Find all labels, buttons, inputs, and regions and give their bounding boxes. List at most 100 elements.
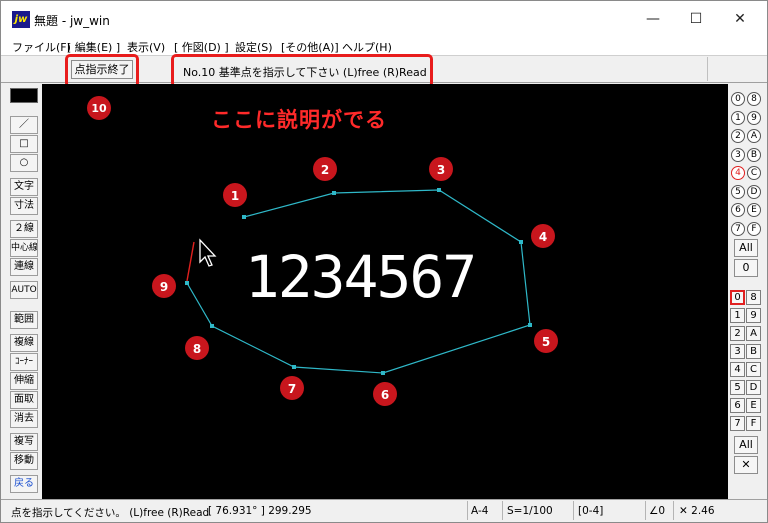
tool-text[interactable]: 文字 xyxy=(10,178,38,196)
group-a[interactable]: A xyxy=(747,129,761,143)
group-d[interactable]: D xyxy=(747,185,761,199)
tool-continuous-line[interactable]: 連線 xyxy=(10,258,38,276)
layer-all-button[interactable]: All xyxy=(734,436,758,454)
status-angle-coord: [ 76.931° ] 299.295 xyxy=(208,505,312,517)
tool-range[interactable]: 範囲 xyxy=(10,311,38,329)
tool-copy-line[interactable]: 複線 xyxy=(10,334,38,352)
group-7[interactable]: 7 xyxy=(731,222,745,236)
highlight-message xyxy=(171,54,433,88)
tool-auto[interactable]: AUTO xyxy=(10,281,38,299)
group-e[interactable]: E xyxy=(747,203,761,217)
close-button[interactable]: ✕ xyxy=(730,9,750,29)
line-type-swatch[interactable] xyxy=(10,88,38,103)
group-6[interactable]: 6 xyxy=(731,203,745,217)
group-1[interactable]: 1 xyxy=(731,111,745,125)
app-logo-icon: jw xyxy=(12,11,30,28)
maximize-button[interactable]: ☐ xyxy=(686,9,706,29)
app-window: jw 無題 - jw_win — ☐ ✕ ファイル(F) [ 編集(E) ] 表… xyxy=(0,0,768,523)
layer-4[interactable]: 4 xyxy=(730,362,745,377)
group-8[interactable]: 8 xyxy=(747,92,761,106)
vertex-1 xyxy=(242,215,246,219)
layer-c[interactable]: C xyxy=(746,362,761,377)
group-b[interactable]: B xyxy=(747,148,761,162)
layer-e[interactable]: E xyxy=(746,398,761,413)
vertex-5 xyxy=(528,323,532,327)
rubber-band-line xyxy=(186,241,195,282)
vertex-8 xyxy=(210,324,214,328)
status-separator xyxy=(673,501,674,520)
layer-3[interactable]: 3 xyxy=(730,344,745,359)
minimize-button[interactable]: — xyxy=(643,9,663,29)
layer-6[interactable]: 6 xyxy=(730,398,745,413)
explanation-callout: ここに説明がでる xyxy=(211,108,387,132)
layer-2[interactable]: 2 xyxy=(730,326,745,341)
control-bar-spacer xyxy=(707,57,763,81)
tool-undo[interactable]: 戻る xyxy=(10,475,38,493)
tool-circle[interactable]: ○ xyxy=(10,154,38,172)
layer-cross-icon[interactable]: ✕ xyxy=(734,456,758,474)
vertex-9 xyxy=(185,281,189,285)
layer-b[interactable]: B xyxy=(746,344,761,359)
layer-7[interactable]: 7 xyxy=(730,416,745,431)
layer-0-active[interactable]: 0 xyxy=(730,290,745,305)
tool-corner[interactable]: ｺｰﾅｰ xyxy=(10,353,38,371)
status-separator xyxy=(502,501,503,520)
menu-bar: ファイル(F) [ 編集(E) ] 表示(V) [ 作図(D) ] 設定(S) … xyxy=(1,37,767,55)
layer-1[interactable]: 1 xyxy=(730,308,745,323)
mouse-cursor-icon xyxy=(199,238,217,267)
menu-settings[interactable]: 設定(S) xyxy=(235,39,273,55)
status-angle[interactable]: ∠0 xyxy=(649,505,665,517)
menu-file[interactable]: ファイル(F) xyxy=(12,39,71,55)
group-3[interactable]: 3 xyxy=(731,148,745,162)
menu-other[interactable]: [その他(A)] xyxy=(281,39,339,55)
group-c[interactable]: C xyxy=(747,166,761,180)
tool-rectangle[interactable]: □ xyxy=(10,135,38,153)
tool-center-line[interactable]: 中心線 xyxy=(10,239,38,257)
vertex-4 xyxy=(519,240,523,244)
tool-erase[interactable]: 消去 xyxy=(10,410,38,428)
layer-f[interactable]: F xyxy=(746,416,761,431)
tool-stretch[interactable]: 伸縮 xyxy=(10,372,38,390)
vertex-3 xyxy=(437,188,441,192)
status-separator xyxy=(467,501,468,520)
menu-view[interactable]: 表示(V) xyxy=(127,39,165,55)
status-separator xyxy=(573,501,574,520)
status-separator xyxy=(645,501,646,520)
canvas-text-1234567: 1234567 xyxy=(245,243,475,311)
tool-line[interactable]: ／ xyxy=(10,116,38,134)
layer-a[interactable]: A xyxy=(746,326,761,341)
vertex-2 xyxy=(332,191,336,195)
layer-9[interactable]: 9 xyxy=(746,308,761,323)
group-all-button[interactable]: All xyxy=(734,239,758,257)
group-4-active[interactable]: 4 xyxy=(731,166,745,180)
layer-8[interactable]: 8 xyxy=(746,290,761,305)
status-factor[interactable]: ✕ 2.46 xyxy=(679,505,715,517)
status-scale[interactable]: S=1/100 xyxy=(507,505,553,517)
menu-edit[interactable]: [ 編集(E) ] xyxy=(67,39,120,55)
tool-dimension[interactable]: 寸法 xyxy=(10,197,38,215)
group-9[interactable]: 9 xyxy=(747,111,761,125)
group-current-button[interactable]: 0 xyxy=(734,259,758,277)
group-0[interactable]: 0 xyxy=(731,92,745,106)
tool-double-line[interactable]: ２線 xyxy=(10,220,38,238)
window-title: 無題 - jw_win xyxy=(34,14,110,28)
layer-5[interactable]: 5 xyxy=(730,380,745,395)
group-5[interactable]: 5 xyxy=(731,185,745,199)
group-2[interactable]: 2 xyxy=(731,129,745,143)
group-f[interactable]: F xyxy=(747,222,761,236)
title-bar: jw 無題 - jw_win — ☐ ✕ xyxy=(1,1,767,37)
layer-d[interactable]: D xyxy=(746,380,761,395)
drawing-canvas[interactable]: 1234567 xyxy=(42,84,728,499)
tool-chamfer[interactable]: 面取 xyxy=(10,391,38,409)
drawing-svg: 1234567 xyxy=(185,188,532,375)
highlight-end-button xyxy=(65,54,139,88)
menu-help[interactable]: ヘルプ(H) xyxy=(342,39,392,55)
tool-move[interactable]: 移動 xyxy=(10,452,38,470)
status-hint: 点を指示してください。 (L)free (R)Read xyxy=(11,507,210,519)
vertex-7 xyxy=(292,365,296,369)
tool-copy[interactable]: 複写 xyxy=(10,433,38,451)
vertex-6 xyxy=(381,371,385,375)
status-layer[interactable]: [0-4] xyxy=(578,505,603,517)
status-paper-size[interactable]: A-4 xyxy=(471,505,488,517)
menu-draw[interactable]: [ 作図(D) ] xyxy=(174,39,229,55)
